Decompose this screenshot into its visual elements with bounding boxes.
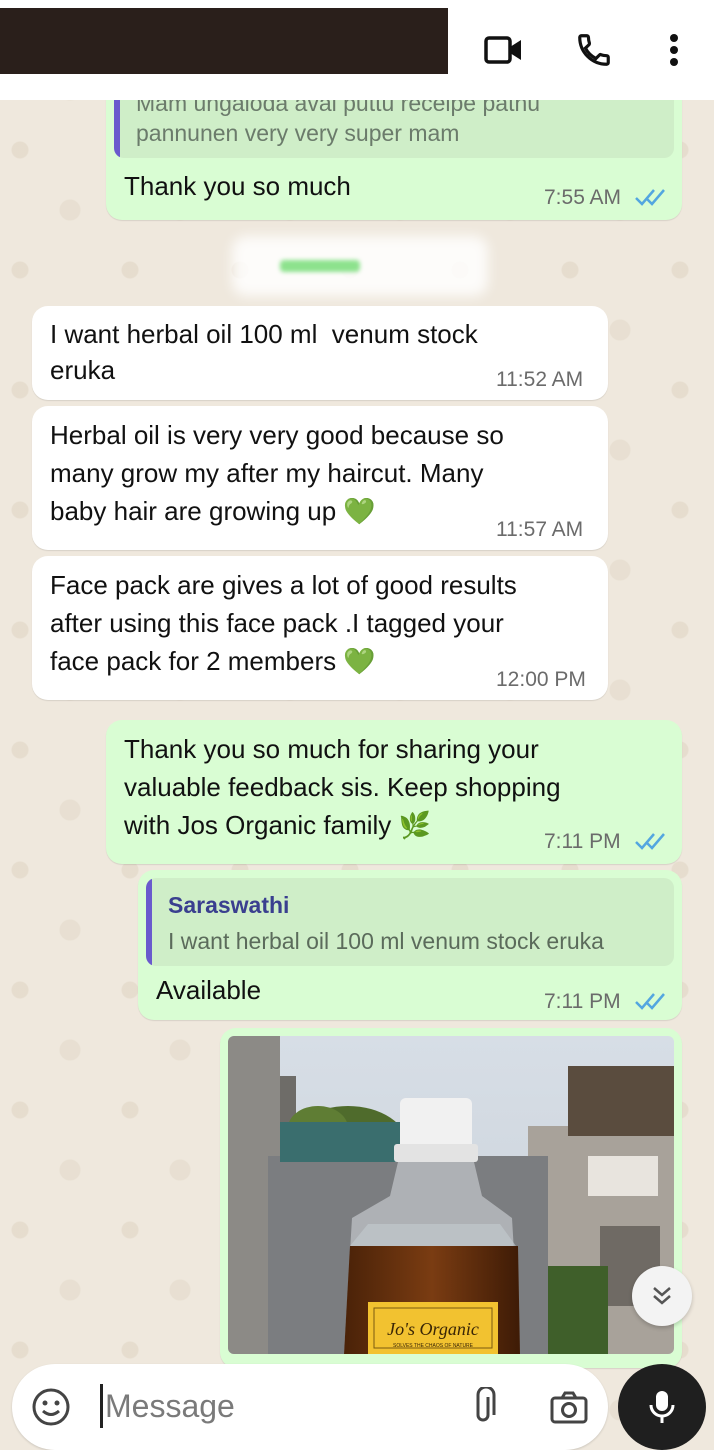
incoming-message[interactable]: I want herbal oil 100 ml venum stock eru…: [32, 306, 608, 400]
message-text: Face pack are gives a lot of good result…: [50, 570, 517, 676]
more-vertical-icon[interactable]: [652, 28, 696, 72]
message-text: Thank you so much for sharing your valua…: [124, 734, 561, 840]
message-text: I want herbal oil 100 ml venum stock eru…: [50, 319, 478, 385]
double-chevron-down-icon: [653, 1287, 671, 1305]
message-input[interactable]: [100, 1384, 425, 1428]
video-camera-icon[interactable]: [482, 28, 526, 72]
incoming-message[interactable]: Herbal oil is very very good because so …: [32, 406, 608, 550]
quote-text: I want herbal oil 100 ml venum stock eru…: [168, 928, 604, 954]
quote-bar: [146, 878, 152, 966]
message-time: 7:11 PM: [544, 830, 621, 853]
read-ticks-icon: [635, 833, 665, 850]
scroll-to-bottom-button[interactable]: [632, 1266, 692, 1326]
message-text: Available: [156, 975, 262, 1005]
message-time: 7:11 PM: [544, 990, 621, 1013]
photo-label-brand: Jo's Organic: [387, 1319, 479, 1339]
quote-sender-name: Saraswathi: [168, 892, 290, 918]
message-time: 7:55 AM: [544, 186, 622, 209]
read-ticks-icon: [635, 993, 665, 1010]
paperclip-icon[interactable]: [460, 1384, 506, 1430]
message-text: Thank you so much: [124, 171, 351, 201]
quoted-message[interactable]: Saraswathi I want herbal oil 100 ml venu…: [146, 878, 674, 966]
phone-icon[interactable]: [572, 28, 616, 72]
message-time: 11:57 AM: [496, 518, 584, 541]
microphone-icon: [649, 1391, 675, 1423]
contact-info-redacted[interactable]: [0, 8, 448, 74]
date-chip-redacted: [280, 260, 360, 272]
message-time: 12:00 PM: [496, 668, 586, 691]
emoji-icon[interactable]: [28, 1384, 74, 1430]
product-photo[interactable]: Jo's Organic SOLVES THE CHAOS OF NATURE: [228, 1036, 674, 1354]
quote-text-line2: pannunen very very super mam: [136, 120, 460, 146]
date-chip: [232, 236, 488, 296]
chat-header: [0, 0, 714, 100]
message-time: 11:52 AM: [496, 368, 584, 391]
microphone-button[interactable]: [618, 1364, 706, 1450]
message-text: Herbal oil is very very good because so …: [50, 420, 504, 526]
photo-label-tagline: SOLVES THE CHAOS OF NATURE: [393, 1343, 474, 1349]
camera-icon[interactable]: [546, 1384, 592, 1430]
outgoing-message[interactable]: Saraswathi I want herbal oil 100 ml venu…: [138, 870, 682, 1020]
message-composer: [12, 1364, 608, 1450]
incoming-message[interactable]: Face pack are gives a lot of good result…: [32, 556, 608, 700]
outgoing-message[interactable]: Thank you so much for sharing your valua…: [106, 720, 682, 864]
read-ticks-icon: [635, 189, 665, 206]
